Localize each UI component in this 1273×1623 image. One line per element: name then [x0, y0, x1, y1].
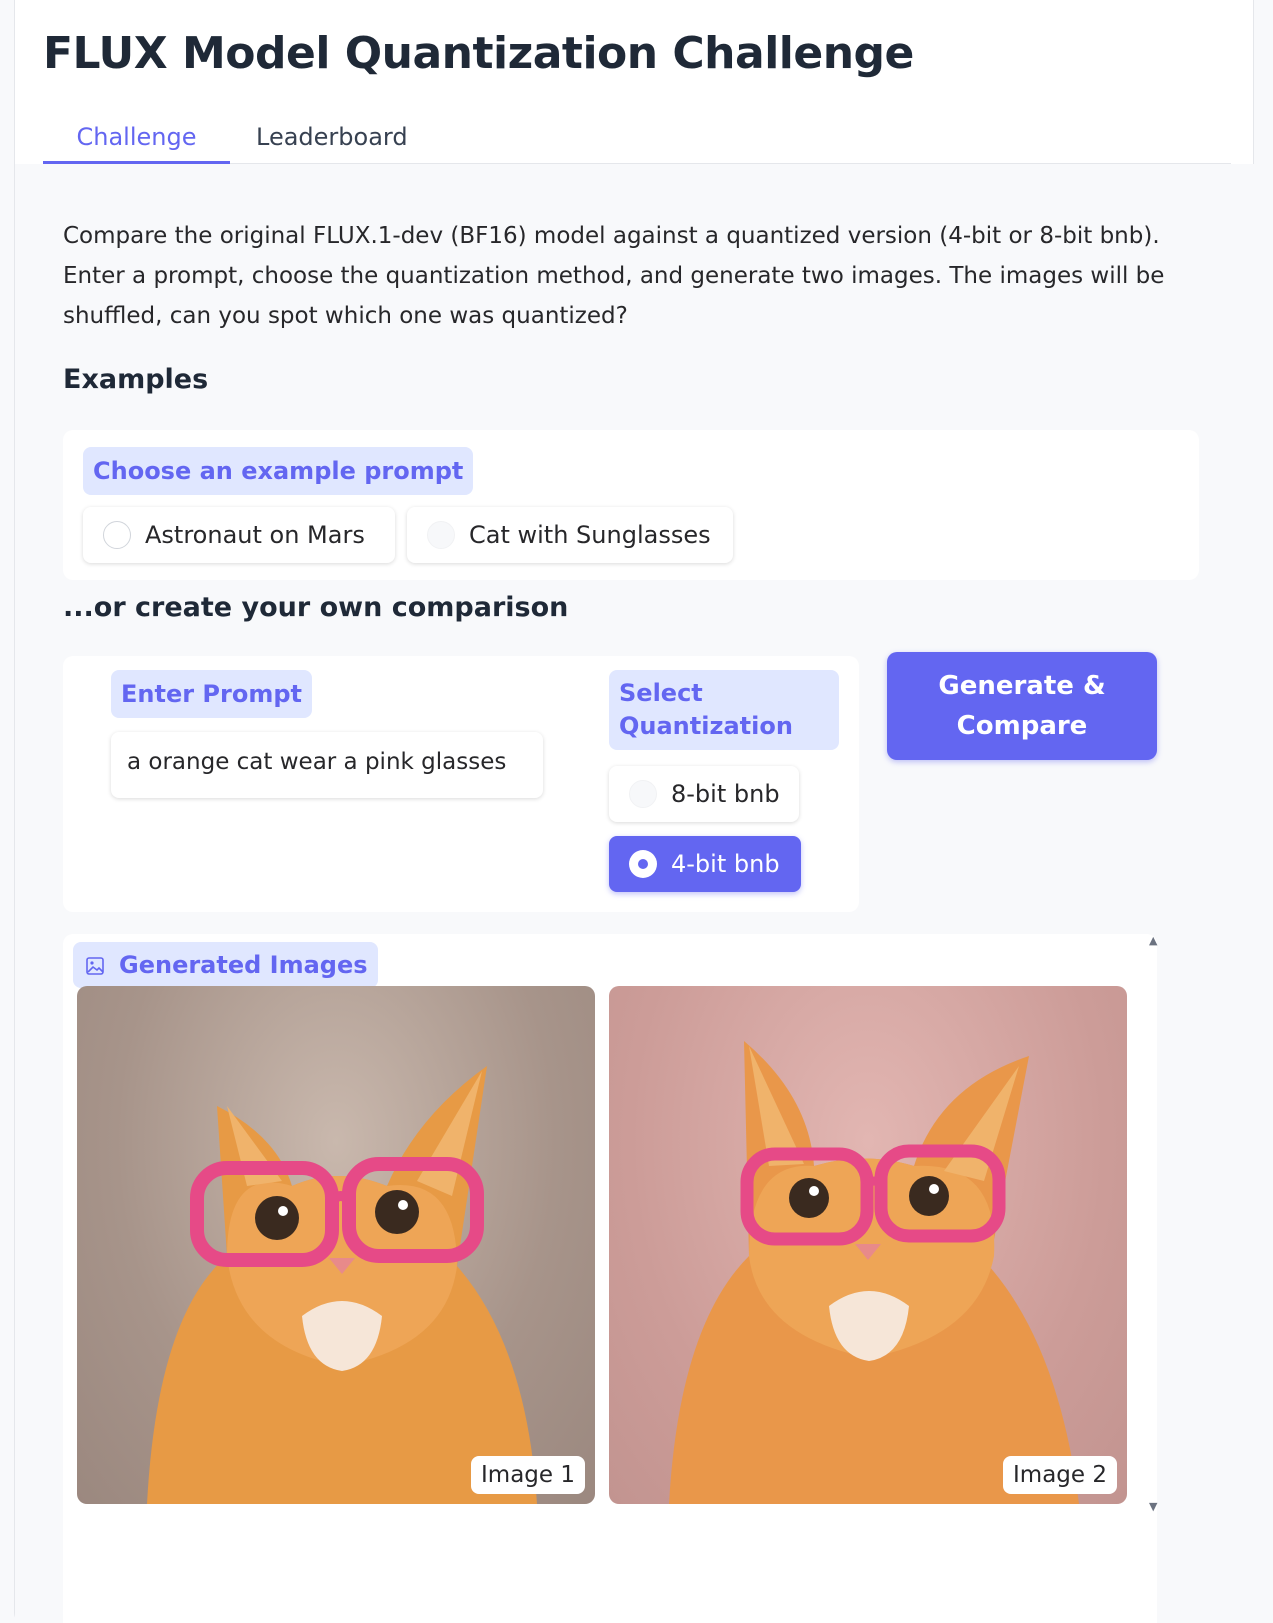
- gallery-label-text: Generated Images: [119, 951, 368, 979]
- page-title: FLUX Model Quantization Challenge: [43, 28, 914, 79]
- quant-option-8bit[interactable]: 8-bit bnb: [609, 766, 799, 822]
- generated-images-gallery: Generated Images ▲ Image 1 Image 2 ▼: [63, 934, 1157, 1623]
- custom-comparison-heading: ...or create your own comparison: [63, 592, 569, 623]
- description-text: Compare the original FLUX.1-dev (BF16) m…: [63, 223, 1165, 329]
- quantization-label: Select Quantization: [609, 670, 839, 750]
- image-1-label: Image 1: [471, 1456, 585, 1494]
- example-option-astronaut[interactable]: Astronaut on Mars: [83, 507, 395, 563]
- examples-radio-group: Choose an example prompt Astronaut on Ma…: [63, 430, 1199, 580]
- quant-option-4bit[interactable]: 4-bit bnb: [609, 836, 801, 892]
- radio-unchecked-icon[interactable]: [629, 780, 657, 808]
- cat-image-1: [147, 1066, 537, 1504]
- scroll-up-arrow-icon[interactable]: ▲: [1149, 934, 1157, 947]
- scroll-down-arrow-icon[interactable]: ▼: [1149, 1500, 1157, 1513]
- example-option-label: Cat with Sunglasses: [469, 521, 711, 549]
- example-option-cat[interactable]: Cat with Sunglasses: [407, 507, 733, 563]
- radio-unchecked-icon[interactable]: [427, 521, 455, 549]
- prompt-label: Enter Prompt: [111, 670, 312, 718]
- examples-label: Choose an example prompt: [83, 447, 474, 495]
- tab-challenge[interactable]: Challenge: [43, 110, 230, 164]
- generated-image-2[interactable]: Image 2: [609, 986, 1127, 1504]
- comparison-form: Enter Prompt a orange cat wear a pink gl…: [63, 656, 859, 912]
- app-window: FLUX Model Quantization Challenge Challe…: [14, 0, 1255, 1623]
- tab-leaderboard[interactable]: Leaderboard: [228, 110, 436, 164]
- tab-bar: Challenge Leaderboard: [43, 110, 1231, 164]
- generate-compare-button[interactable]: Generate & Compare: [887, 652, 1157, 760]
- example-option-label: Astronaut on Mars: [145, 521, 365, 549]
- radio-checked-icon[interactable]: [629, 850, 657, 878]
- challenge-panel: Compare the original FLUX.1-dev (BF16) m…: [15, 164, 1255, 1623]
- gallery-label: Generated Images: [73, 942, 378, 988]
- examples-heading: Examples: [63, 364, 209, 395]
- cat-image-2: [669, 1041, 1079, 1504]
- prompt-input[interactable]: a orange cat wear a pink glasses: [111, 732, 543, 798]
- radio-unchecked-icon[interactable]: [103, 521, 131, 549]
- generated-image-1[interactable]: Image 1: [77, 986, 595, 1504]
- quant-option-label: 4-bit bnb: [671, 850, 780, 878]
- image-icon: [86, 957, 104, 975]
- image-2-label: Image 2: [1003, 1456, 1117, 1494]
- quant-option-label: 8-bit bnb: [671, 780, 780, 808]
